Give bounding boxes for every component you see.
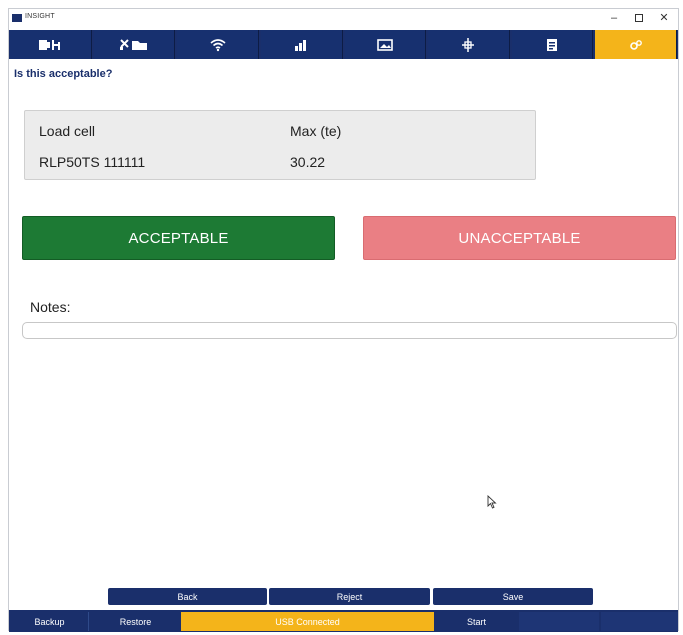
maximize-button[interactable] xyxy=(628,10,650,26)
toolbar xyxy=(9,30,678,59)
load-cell-label: Load cell xyxy=(39,123,96,139)
max-label: Max (te) xyxy=(290,123,342,139)
clipboard-icon xyxy=(547,39,558,51)
close-button[interactable]: ✕ xyxy=(653,10,675,26)
link-icon xyxy=(629,39,642,50)
tool-link[interactable] xyxy=(595,30,677,59)
reject-button[interactable]: Reject xyxy=(269,588,430,605)
load-cell-value: RLP50TS 111111 xyxy=(39,154,146,170)
app-window: INSIGHT – ✕ Is this acceptable? Load cel… xyxy=(8,8,679,632)
wifi-icon xyxy=(210,38,226,51)
usb-status: USB Connected xyxy=(181,612,434,631)
tool-wireless[interactable] xyxy=(177,30,259,59)
unacceptable-button[interactable]: UNACCEPTABLE xyxy=(363,216,676,260)
crosshair-icon xyxy=(462,37,475,52)
disabled-button-2 xyxy=(601,612,678,631)
window-title: INSIGHT xyxy=(25,13,55,20)
start-button[interactable]: Start xyxy=(436,612,517,631)
max-value: 30.22 xyxy=(290,154,326,170)
restore-button[interactable]: Restore xyxy=(91,612,180,631)
mouse-cursor-icon xyxy=(487,495,497,509)
tool-report[interactable] xyxy=(511,30,594,59)
tool-image[interactable] xyxy=(344,30,427,59)
page-question: Is this acceptable? xyxy=(14,68,113,80)
maximize-icon xyxy=(635,14,643,23)
tools-folder-icon xyxy=(119,38,147,50)
loadcell-info-card: Load cell RLP50TS 111111 Max (te) 30.22 xyxy=(24,110,536,180)
app-logo-icon xyxy=(12,14,22,22)
save-button[interactable]: Save xyxy=(433,588,593,605)
tool-loadcell[interactable] xyxy=(10,30,92,59)
acceptable-button[interactable]: ACCEPTABLE xyxy=(22,216,335,260)
notes-label: Notes: xyxy=(30,299,71,315)
title-bar[interactable]: INSIGHT – ✕ xyxy=(9,9,678,29)
disabled-button-1 xyxy=(519,612,599,631)
image-icon xyxy=(377,38,393,51)
backup-button[interactable]: Backup xyxy=(11,612,89,631)
tool-calibrate[interactable] xyxy=(428,30,510,59)
notes-input[interactable] xyxy=(22,322,677,339)
bar-chart-icon xyxy=(295,39,307,51)
tool-chart[interactable] xyxy=(260,30,343,59)
status-bar: Backup Restore USB Connected Start xyxy=(9,610,678,632)
minimize-button[interactable]: – xyxy=(603,10,625,26)
tool-settings[interactable] xyxy=(93,30,176,59)
back-button[interactable]: Back xyxy=(108,588,267,605)
loadcell-document-icon xyxy=(39,39,61,50)
